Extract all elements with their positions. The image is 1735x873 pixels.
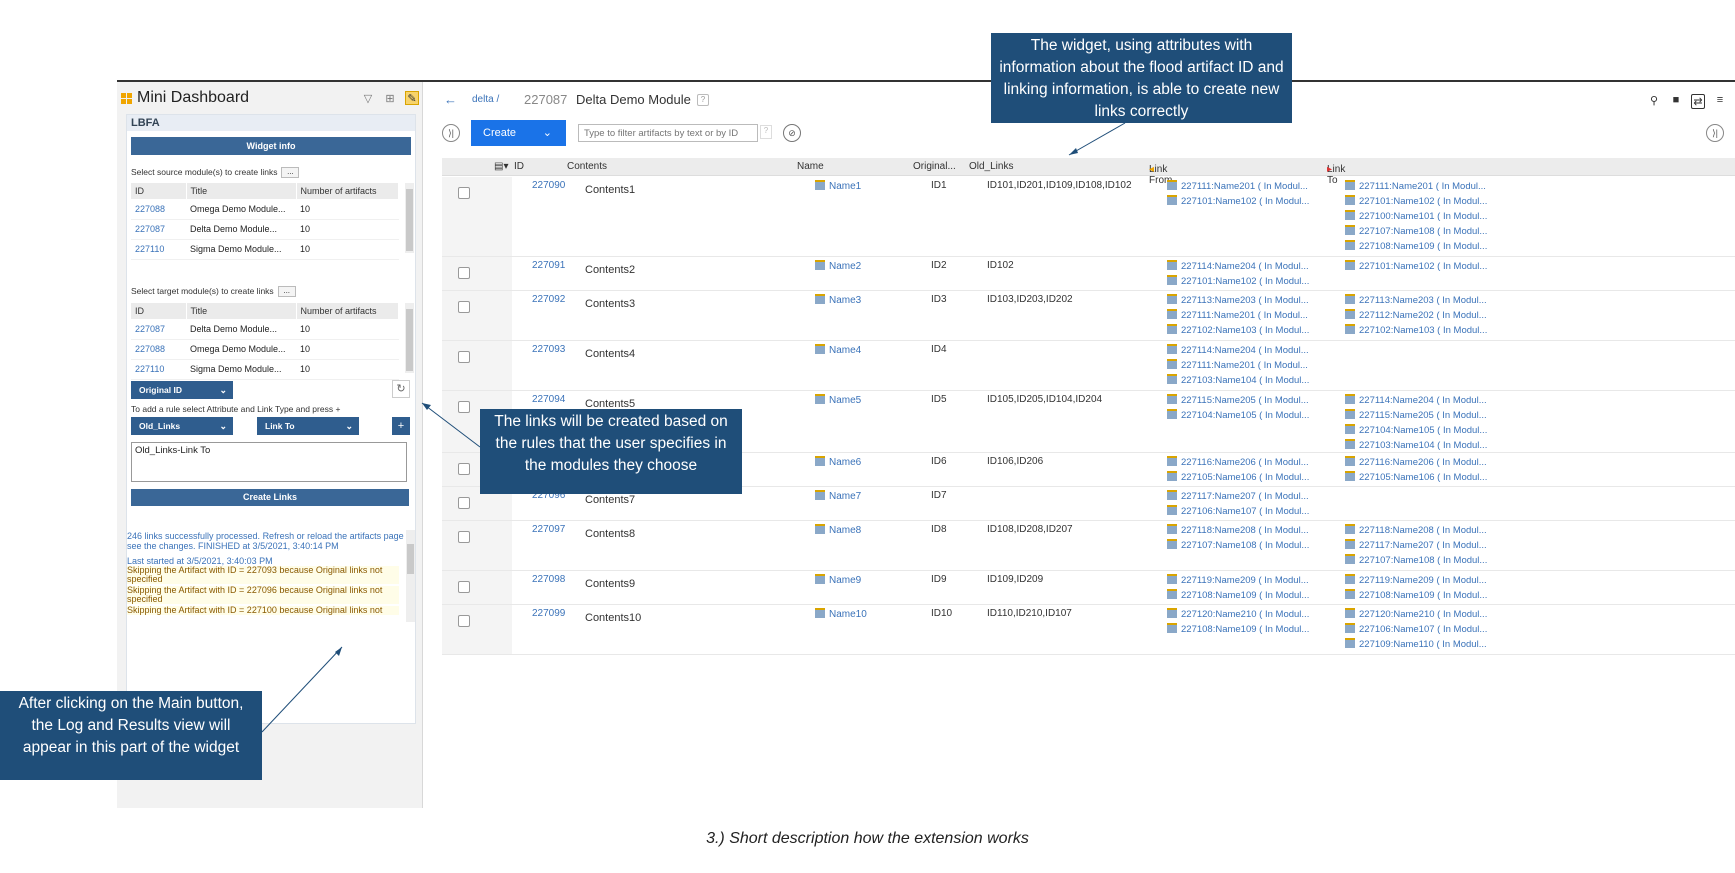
caption: 3.) Short description how the extension … bbox=[706, 830, 1029, 847]
callout-arrows bbox=[261, 122, 1126, 733]
